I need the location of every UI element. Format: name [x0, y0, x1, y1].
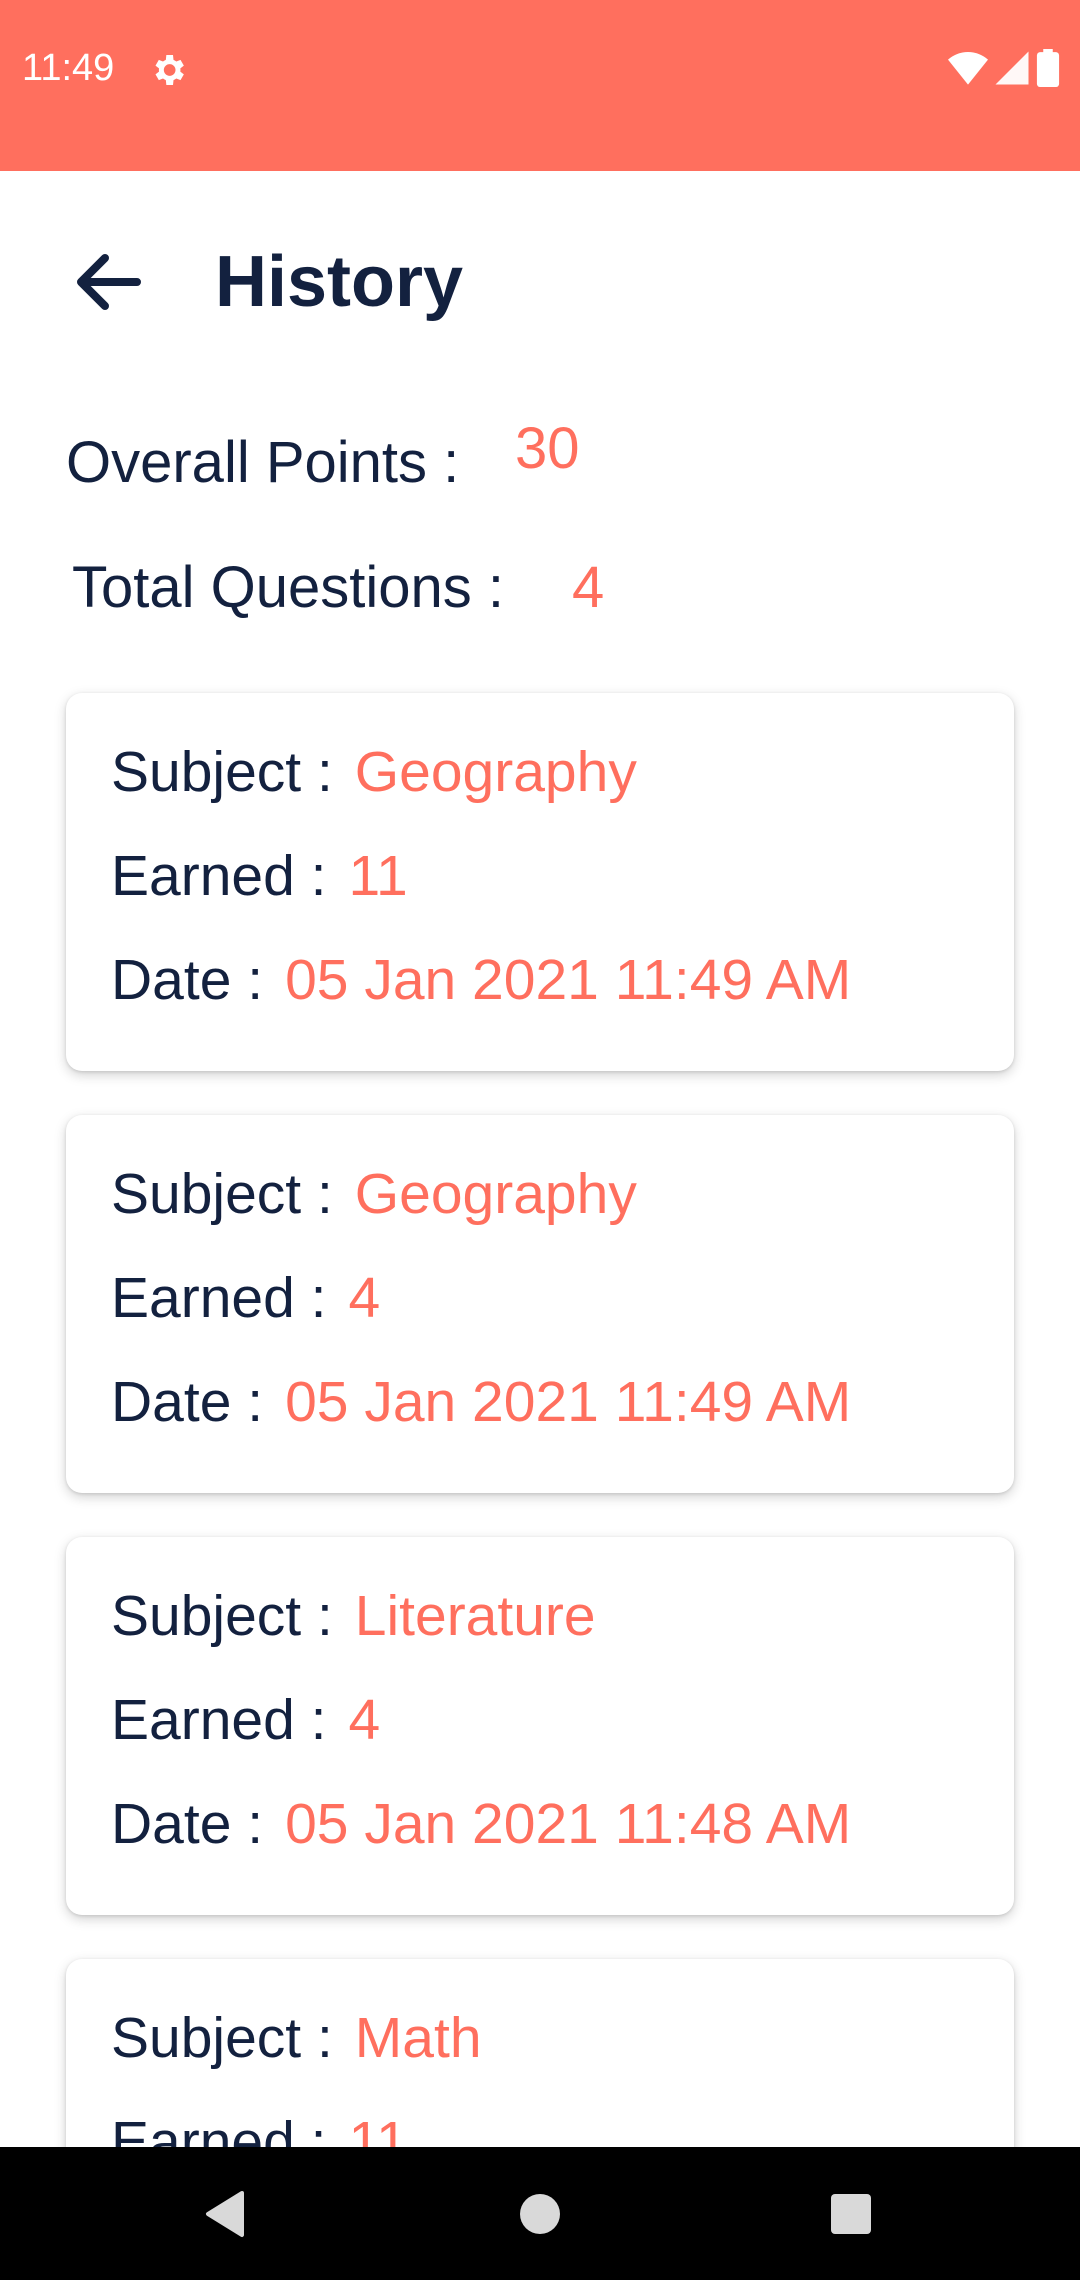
history-card[interactable]: Subject : Geography Earned : 4 Date : 05 Ja…: [66, 1115, 1014, 1493]
recents-square-icon: [831, 2194, 871, 2234]
status-bar: 11:49: [0, 0, 1080, 171]
date-value: 05 Jan 2021 11:49 AM: [285, 1370, 852, 1434]
battery-icon: [1036, 49, 1060, 87]
earned-label: Earned :: [111, 844, 327, 908]
subject-label: Subject :: [111, 740, 333, 804]
status-time: 11:49: [22, 47, 115, 89]
date-line: Date : 05 Jan 2021 11:49 AM: [111, 1367, 851, 1437]
earned-label: Earned :: [111, 1688, 327, 1752]
earned-value: 4: [348, 1266, 381, 1330]
nav-back-button[interactable]: [194, 2183, 256, 2245]
navigation-bar: [0, 2147, 1080, 2280]
earned-value: 4: [348, 1688, 381, 1752]
date-value: 05 Jan 2021 11:48 AM: [285, 1792, 852, 1856]
earned-line: Earned : 11: [111, 841, 408, 911]
subject-value: Geography: [354, 1162, 637, 1226]
subject-label: Subject :: [111, 1162, 333, 1226]
date-line: Date : 05 Jan 2021 11:48 AM: [111, 1789, 851, 1859]
overall-points-label: Overall Points :: [66, 430, 460, 495]
subject-label: Subject :: [111, 2006, 333, 2070]
arrow-left-icon: [77, 254, 141, 310]
home-circle-icon: [520, 2194, 560, 2234]
history-card[interactable]: Subject : Literature Earned : 4 Date : 05 J…: [66, 1537, 1014, 1915]
subject-line: Subject : Literature: [111, 1581, 596, 1651]
back-triangle-icon: [206, 2191, 244, 2237]
history-card[interactable]: Subject : Geography Earned : 11 Date : 05 J…: [66, 693, 1014, 1071]
nav-home-button[interactable]: [509, 2183, 571, 2245]
date-line: Date : 05 Jan 2021 11:49 AM: [111, 945, 851, 1015]
status-icons: [948, 48, 1060, 88]
nav-recents-button[interactable]: [820, 2183, 882, 2245]
subject-value: Literature: [354, 1584, 596, 1648]
gear-icon: [155, 55, 184, 85]
subject-label: Subject :: [111, 1584, 333, 1648]
date-value: 05 Jan 2021 11:49 AM: [285, 948, 852, 1012]
earned-line: Earned : 4: [111, 1263, 380, 1333]
subject-line: Subject : Math: [111, 2003, 482, 2073]
total-questions-label: Total Questions :: [72, 555, 504, 620]
subject-value: Geography: [354, 740, 637, 804]
earned-value: 11: [348, 844, 408, 908]
subject-line: Subject : Geography: [111, 737, 637, 807]
date-label: Date :: [111, 1370, 264, 1434]
earned-line: Earned : 4: [111, 1685, 380, 1755]
subject-value: Math: [354, 2006, 482, 2070]
subject-line: Subject : Geography: [111, 1159, 637, 1229]
screen: 11:49 History Overall Points : 30 Total …: [0, 0, 1080, 2280]
total-questions-value: 4: [572, 555, 605, 620]
date-label: Date :: [111, 1792, 264, 1856]
earned-label: Earned :: [111, 1266, 327, 1330]
date-label: Date :: [111, 948, 264, 1012]
wifi-icon: [948, 52, 988, 85]
signal-icon: [995, 51, 1029, 85]
back-button[interactable]: [66, 240, 150, 324]
overall-points-value: 30: [515, 416, 580, 481]
page-title: History: [215, 242, 464, 322]
